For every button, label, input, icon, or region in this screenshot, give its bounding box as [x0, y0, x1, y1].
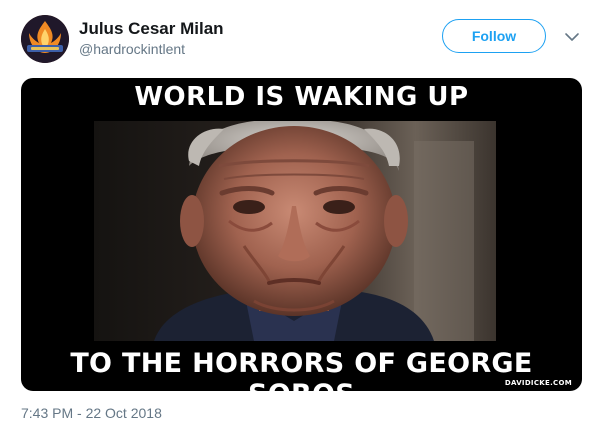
display-name[interactable]: Julus Cesar Milan: [79, 19, 224, 39]
tweet-media-image[interactable]: WORLD IS WAKING UP TO THE HORRORS OF GEO…: [21, 78, 582, 391]
portrait-illustration: [94, 121, 496, 341]
meme-caption-top: WORLD IS WAKING UP: [134, 82, 469, 112]
more-options-button[interactable]: [563, 30, 581, 44]
image-watermark: DAVIDICKE.COM: [504, 379, 572, 387]
avatar-phoenix-icon: [21, 15, 69, 63]
tweet: Julus Cesar Milan @hardrockintlent Follo…: [0, 0, 607, 430]
meme-caption-bottom: TO THE HORRORS OF GEORGE SOROS: [70, 348, 533, 391]
tweet-timestamp[interactable]: 7:43 PM - 22 Oct 2018: [21, 405, 162, 421]
user-handle[interactable]: @hardrockintlent: [79, 41, 185, 57]
follow-button[interactable]: Follow: [442, 19, 546, 53]
portrait-photo: [94, 121, 496, 341]
chevron-down-icon: [565, 33, 579, 41]
avatar[interactable]: [21, 15, 69, 63]
